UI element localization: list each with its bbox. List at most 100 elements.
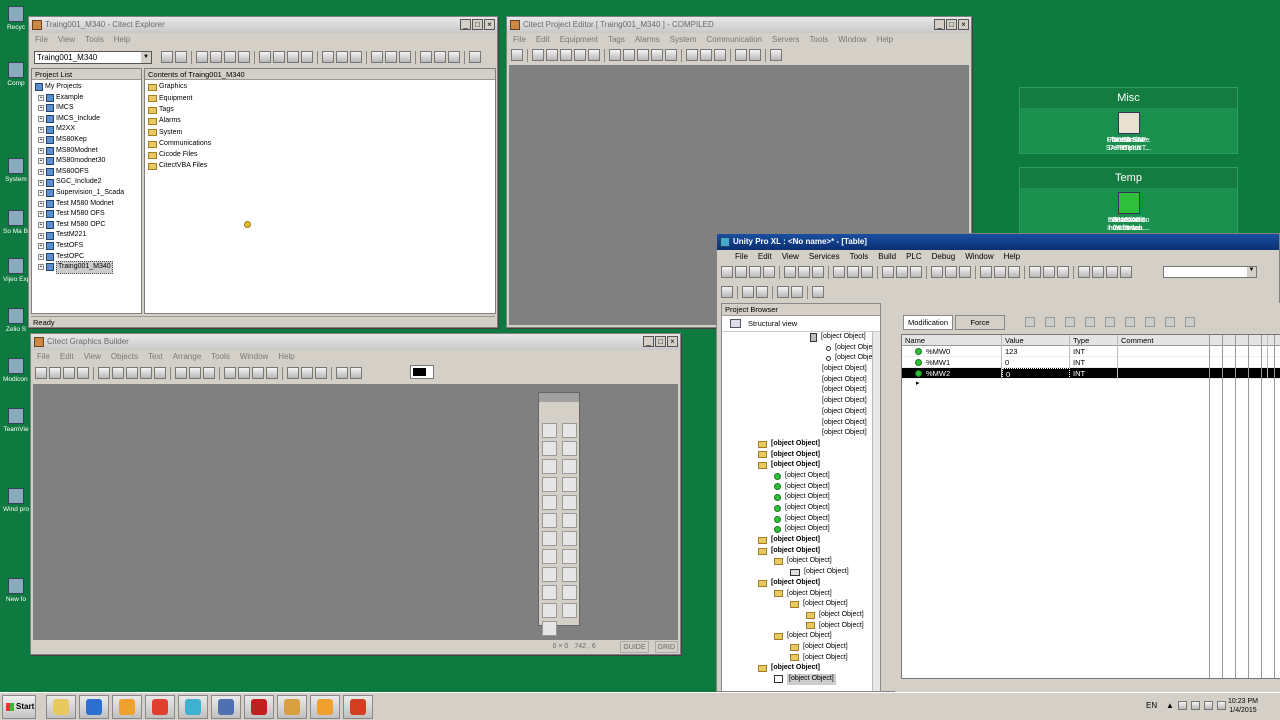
force-tab[interactable]: Force — [955, 315, 1005, 330]
toolbar-button[interactable] — [784, 266, 796, 278]
toolbar-button[interactable] — [350, 51, 362, 63]
palette-tool[interactable] — [542, 531, 557, 546]
name-cell[interactable]: %MW1 — [902, 357, 1002, 368]
minimize-button[interactable]: _ — [934, 19, 945, 30]
chevron-down-icon[interactable]: ▼ — [141, 52, 151, 63]
toolbar-button[interactable] — [448, 51, 460, 63]
toolbar-button[interactable] — [385, 51, 397, 63]
palette-tool[interactable] — [542, 423, 557, 438]
taskbar-app-button[interactable] — [244, 695, 274, 719]
menu-file[interactable]: File — [37, 350, 50, 363]
expand-icon[interactable]: + — [38, 169, 44, 176]
palette-tool[interactable] — [542, 549, 557, 564]
content-item[interactable]: Tags — [148, 105, 495, 116]
table-toolbar-button[interactable] — [1065, 317, 1075, 327]
close-button[interactable]: × — [958, 19, 969, 30]
project-item[interactable]: + MS80Modnet — [35, 146, 141, 157]
menu-file[interactable]: File — [735, 250, 748, 263]
expand-icon[interactable]: + — [38, 147, 44, 154]
project-item[interactable]: + Supervision_1_Scada — [35, 188, 141, 199]
tree-node-green[interactable]: [object Object] — [722, 514, 880, 525]
menu-file[interactable]: File — [513, 33, 526, 46]
palette-tool[interactable] — [562, 549, 577, 564]
toolbar-button[interactable] — [161, 51, 173, 63]
toolbar-button[interactable] — [140, 367, 152, 379]
tree-node-folder[interactable]: [object Object] — [722, 460, 880, 471]
toolbar-button[interactable] — [203, 367, 215, 379]
tree-node-folder[interactable]: [object Object] — [722, 589, 880, 600]
value-cell[interactable]: 123 — [1002, 346, 1070, 357]
menu-tools[interactable]: Tools — [810, 33, 829, 46]
toolbar-button[interactable] — [49, 367, 61, 379]
toolbar-button[interactable] — [1057, 266, 1069, 278]
menu-services[interactable]: Services — [809, 250, 840, 263]
toolbar-button[interactable] — [574, 49, 586, 61]
tree-node-num[interactable]: [object Object] — [722, 396, 880, 407]
tree-node-num[interactable]: [object Object] — [722, 407, 880, 418]
tree-node-green[interactable]: [object Object] — [722, 492, 880, 503]
toolbar-button[interactable] — [301, 51, 313, 63]
menu-alarms[interactable]: Alarms — [635, 33, 660, 46]
toolbar-button[interactable] — [189, 367, 201, 379]
toolbar-button[interactable] — [224, 51, 236, 63]
tree-node-folder[interactable]: [object Object] — [722, 663, 880, 674]
menu-debug[interactable]: Debug — [932, 250, 956, 263]
menu-help[interactable]: Help — [1004, 250, 1020, 263]
misc-shortcut[interactable]: UNDERSTA... SAFETY INT... — [1105, 112, 1153, 153]
explorer-titlebar[interactable]: Traing001_M340 - Citect Explorer _ □ × — [29, 17, 497, 33]
toolbar-button[interactable] — [336, 367, 348, 379]
structural-view-tab[interactable]: Structural view — [722, 316, 880, 332]
project-item[interactable]: + IMCS — [35, 103, 141, 114]
palette-tool[interactable] — [542, 621, 557, 636]
toolbar-button[interactable] — [420, 51, 432, 63]
taskbar-app-button[interactable] — [79, 695, 109, 719]
toolbar-button[interactable] — [714, 49, 726, 61]
toolbar-button[interactable] — [399, 51, 411, 63]
taskbar-app-button[interactable] — [211, 695, 241, 719]
tree-node-table[interactable]: [object Object] — [722, 674, 880, 685]
toolbar-button[interactable] — [994, 266, 1006, 278]
modification-tab[interactable]: Modification — [903, 315, 953, 330]
table-toolbar-button[interactable] — [1045, 317, 1055, 327]
toolbar-button[interactable] — [266, 367, 278, 379]
toolbar-button[interactable] — [882, 266, 894, 278]
taskbar-app-button[interactable] — [277, 695, 307, 719]
content-item[interactable]: System — [148, 127, 495, 138]
toolbar-button[interactable] — [791, 286, 803, 298]
graphics-titlebar[interactable]: Citect Graphics Builder _ □ × — [31, 334, 680, 350]
content-item[interactable]: Alarms — [148, 116, 495, 127]
project-select[interactable]: Traing001_M340 ▼ — [34, 51, 152, 64]
tree-node-net[interactable]: [object Object] — [722, 567, 880, 578]
chevron-down-icon[interactable]: ▼ — [1247, 267, 1256, 277]
toolbar-button[interactable] — [511, 49, 523, 61]
desktop-icon[interactable]: So Ma Ba — [3, 210, 29, 236]
palette-tool[interactable] — [562, 585, 577, 600]
toolbar-button[interactable] — [273, 51, 285, 63]
tray-up-arrow-icon[interactable]: ▲ — [1166, 701, 1174, 710]
toolbar-button[interactable] — [847, 266, 859, 278]
toolbar-button[interactable] — [623, 49, 635, 61]
content-item[interactable]: CitectVBA Files — [148, 161, 495, 172]
menu-tags[interactable]: Tags — [608, 33, 625, 46]
tree-node-folder[interactable]: [object Object] — [722, 642, 880, 653]
project-item[interactable]: + SGC_Include2 — [35, 177, 141, 188]
desktop-icon[interactable]: TeamVie — [3, 408, 29, 434]
toolbar-button[interactable] — [721, 266, 733, 278]
expand-icon[interactable]: + — [38, 200, 44, 207]
tree-node-num[interactable]: [object Object] — [722, 385, 880, 396]
column-header-type[interactable]: Type — [1070, 335, 1118, 346]
palette-tool[interactable] — [542, 441, 557, 456]
color-picker[interactable] — [410, 365, 434, 379]
palette-tool[interactable] — [542, 513, 557, 528]
toolbar-button[interactable] — [1043, 266, 1055, 278]
tree-node-folder[interactable]: [object Object] — [722, 578, 880, 589]
toolbar-button[interactable] — [322, 51, 334, 63]
browser-scrollbar[interactable] — [872, 332, 880, 691]
toolbar-button[interactable] — [665, 49, 677, 61]
tools-palette-titlebar[interactable] — [539, 393, 579, 402]
toolbar-button[interactable] — [238, 51, 250, 63]
menu-view[interactable]: View — [58, 33, 75, 46]
desktop-icon[interactable]: New fo — [3, 578, 29, 604]
menu-help[interactable]: Help — [877, 33, 893, 46]
desktop-icon[interactable]: Wind prod — [3, 488, 29, 514]
